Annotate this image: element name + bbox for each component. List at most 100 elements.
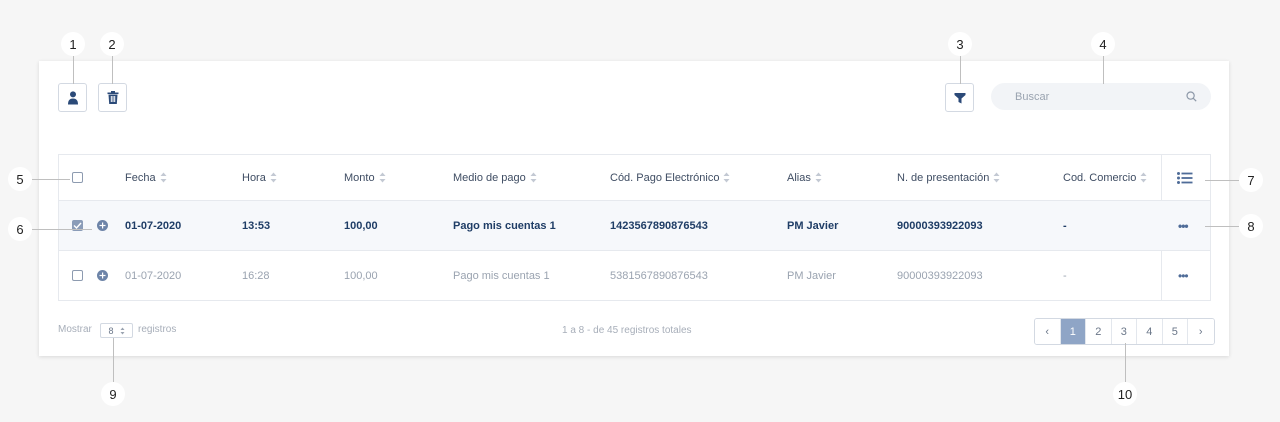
plus-icon [99,272,106,279]
column-header-label: Alias [787,171,811,184]
column-header-label: Monto [344,171,375,184]
cell-fecha: 01-07-2020 [125,219,182,232]
search-box [991,83,1211,110]
checkmark-icon [73,222,82,229]
sort-icon [270,172,277,183]
cell-alias: PM Javier [787,219,839,232]
column-header-fecha[interactable]: Fecha [125,155,167,200]
transactions-card: Fecha Hora Monto Medio de pago Cód. Pago… [39,61,1229,356]
filter-icon [954,92,965,103]
column-header-alias[interactable]: Alias [787,155,822,200]
expand-row-button[interactable] [97,220,108,231]
pagination: ‹ 1 2 3 4 5 › [1034,318,1215,345]
next-page-button[interactable]: › [1188,319,1214,344]
search-input[interactable] [1015,90,1186,103]
page-button-4[interactable]: 4 [1137,319,1163,344]
sort-icon [993,172,1000,183]
callout-line-7 [1205,180,1239,181]
row-select-cell [72,251,83,300]
delete-button[interactable] [98,83,127,112]
column-header-cod-pago-electronico[interactable]: Cód. Pago Electrónico [610,155,730,200]
cell-monto: 100,00 [344,269,378,282]
column-header-cod-comercio[interactable]: Cod. Comercio [1063,155,1147,200]
select-all-checkbox[interactable] [72,172,83,183]
callout-6: 6 [8,217,32,241]
sort-icon [723,172,730,183]
callout-1: 1 [61,32,85,56]
cell-hora: 13:53 [242,219,271,232]
column-header-hora[interactable]: Hora [242,155,277,200]
page-size-value: 8 [108,325,114,336]
column-header-label: Cód. Pago Electrónico [610,171,720,184]
user-button[interactable] [58,83,87,112]
callout-line-2 [112,56,113,84]
callout-10: 10 [1113,382,1137,406]
row-expand-cell [97,201,108,250]
cell-alias: PM Javier [787,269,836,282]
callout-line-10 [1125,343,1126,382]
page-button-5[interactable]: 5 [1162,319,1188,344]
expand-row-button[interactable] [97,270,108,281]
list-icon [1177,171,1193,184]
cell-comercio: - [1063,219,1067,232]
column-header-n-de-presentacion[interactable]: N. de presentación [897,155,1000,200]
row-actions-button[interactable]: ••• [1178,251,1189,300]
column-header-label: Cod. Comercio [1063,171,1137,184]
stepper-icon [120,327,124,334]
callout-line-6 [32,229,92,230]
table-row[interactable]: 01-07-2020 16:28 100,00 Pago mis cuentas… [59,251,1210,300]
filter-button[interactable] [945,83,974,112]
page-button-3[interactable]: 3 [1111,319,1137,344]
callout-line-3 [960,56,961,84]
cell-cod-pago: 5381567890876543 [610,269,708,282]
transactions-table: Fecha Hora Monto Medio de pago Cód. Pago… [58,154,1211,301]
callout-line-8 [1205,226,1239,227]
column-menu-button[interactable] [1177,155,1193,200]
cell-medio-de-pago: Pago mis cuentas 1 [453,269,550,282]
page-button-1[interactable]: 1 [1060,319,1086,344]
cell-monto: 100,00 [344,219,378,232]
column-header-label: N. de presentación [897,171,990,184]
column-header-monto[interactable]: Monto [344,155,386,200]
callout-2: 2 [100,32,124,56]
cell-hora: 16:28 [242,269,270,282]
column-header-label: Medio de pago [453,171,526,184]
cell-presentacion: 90000393922093 [897,269,983,282]
table-row[interactable]: 01-07-2020 13:53 100,00 Pago mis cuentas… [59,201,1210,251]
callout-line-9 [113,338,114,382]
row-checkbox[interactable] [72,270,83,281]
sort-icon [160,172,167,183]
sort-icon [530,172,537,183]
search-icon[interactable] [1186,91,1197,102]
show-label: Mostrar [58,324,92,335]
row-select-cell [72,201,83,250]
callout-5: 5 [8,167,32,191]
column-header-label: Fecha [125,171,156,184]
cell-comercio: - [1063,269,1067,282]
page-button-2[interactable]: 2 [1086,319,1112,344]
records-summary: 1 a 8 - de 45 registros totales [562,325,692,336]
column-header-medio-de-pago[interactable]: Medio de pago [453,155,537,200]
sort-icon [1140,172,1147,183]
row-expand-cell [97,251,108,300]
row-actions-button[interactable]: ••• [1178,201,1189,250]
select-all-cell [72,155,83,200]
sort-icon [379,172,386,183]
callout-4: 4 [1091,32,1115,56]
column-header-label: Hora [242,171,266,184]
callout-line-1 [73,56,74,84]
callout-8: 8 [1239,214,1263,238]
callout-line-4 [1103,56,1104,84]
trash-icon [107,91,118,104]
cell-cod-pago: 1423567890876543 [610,219,708,232]
cell-medio-de-pago: Pago mis cuentas 1 [453,219,556,232]
callout-9: 9 [101,382,125,406]
user-icon [67,90,78,104]
table-header-row: Fecha Hora Monto Medio de pago Cód. Pago… [59,155,1210,201]
cell-fecha: 01-07-2020 [125,269,182,282]
callout-3: 3 [948,32,972,56]
sort-icon [815,172,822,183]
page-size-select[interactable]: 8 [100,323,133,338]
prev-page-button[interactable]: ‹ [1035,319,1061,344]
plus-icon [99,222,106,229]
